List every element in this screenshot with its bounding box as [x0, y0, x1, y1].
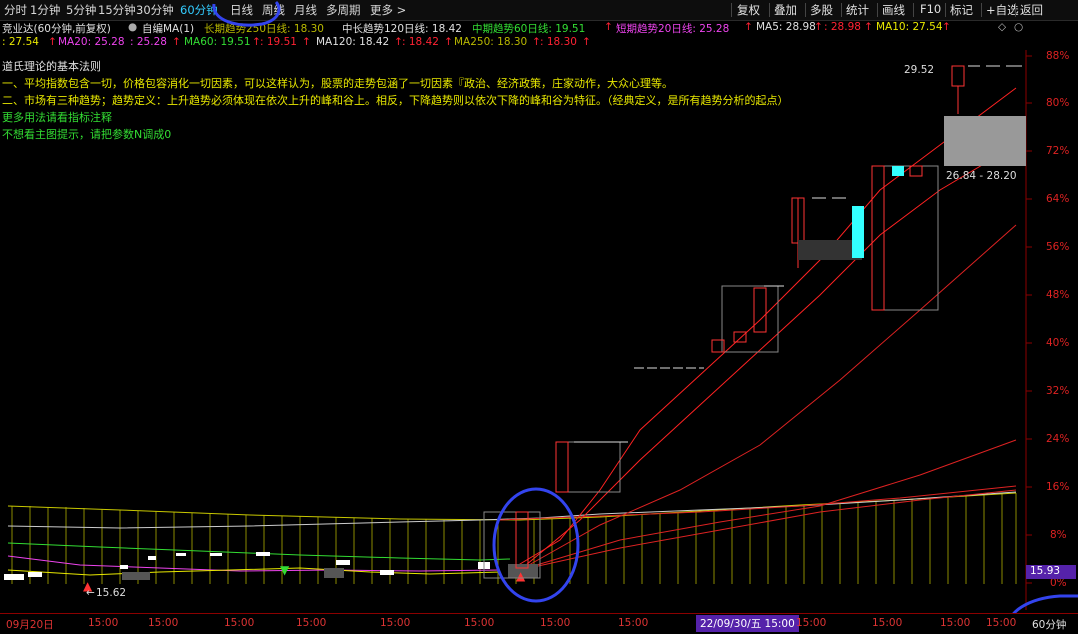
ma60-line — [7, 542, 511, 561]
draw-line-button[interactable]: 画线 — [882, 2, 905, 18]
indicator-row-1: 竞业达(60分钟,前复权) ● 自编MA(1) 长期趋势250日线: 18.30… — [0, 21, 1078, 35]
arrow-up-icon: ↑ — [864, 21, 873, 33]
mid-long-trend-value: 中长趋势120日线: 18.42 — [342, 23, 462, 35]
sell-arrow-icon: ▼ — [280, 563, 290, 577]
notes-line-3: 更多用法请看指标注释 — [2, 111, 112, 124]
arrow-up-icon: ↑ — [582, 36, 591, 48]
time-axis-label: 15:00 — [464, 617, 495, 629]
mark-button[interactable]: 标记 — [950, 2, 973, 18]
arrow-left-icon: ← — [86, 587, 95, 599]
time-axis-label: 15:00 — [296, 617, 327, 629]
time-axis: 09月20日 15:00 15:00 15:00 15:00 15:00 15:… — [0, 613, 1078, 634]
price-axis-label: 88% — [1046, 50, 1070, 62]
f10-button[interactable]: F10 — [920, 2, 941, 16]
notes-line-1: 一、平均指数包含一切，价格包容消化一切因素，可以这样认为，股票的走势包涵了一切因… — [2, 77, 673, 90]
price-axis-label: 8% — [1050, 529, 1067, 541]
mid-trend-value: 中期趋势60日线: 19.51 — [472, 23, 586, 35]
stock-title: 竞业达(60分钟,前复权) — [2, 23, 111, 35]
time-axis-label: 15:00 — [88, 617, 119, 629]
tab-1min[interactable]: 1分钟 — [30, 2, 60, 18]
time-axis-label: 15:00 — [618, 617, 649, 629]
arrow-up-icon: ↑ — [302, 36, 311, 48]
arrow-up-icon: ↑ — [744, 21, 753, 33]
notes-title: 道氏理论的基本法则 — [2, 60, 101, 73]
ma60-value-2: : 19.51 — [260, 36, 297, 48]
circle-icon[interactable]: ○ — [1014, 21, 1023, 33]
notes-line-4: 不想看主图提示，请把参数N调成0 — [2, 128, 172, 141]
ma120-red-line — [499, 485, 1017, 521]
time-axis-label: 15:00 — [796, 617, 827, 629]
early-candles-grey — [122, 564, 538, 580]
add-watchlist-button[interactable]: +自选 — [986, 2, 1019, 18]
price-axis-label: 24% — [1046, 433, 1070, 445]
overlay-button[interactable]: 叠加 — [774, 2, 797, 18]
price-axis-label: 16% — [1046, 481, 1070, 493]
crosshair-time-label: 22/09/30/五 15:00 — [696, 615, 799, 632]
arrow-up-icon: ↑ — [814, 21, 823, 33]
notes-line-2: 二、市场有三种趋势；趋势定义：上升趋势必须体现在依次上升的峰和谷上。相反，下降趋… — [2, 94, 789, 107]
price-axis-label: 72% — [1046, 145, 1070, 157]
price-axis-label: 32% — [1046, 385, 1070, 397]
restore-rights-button[interactable]: 复权 — [737, 2, 760, 18]
time-axis-label: 15:00 — [540, 617, 571, 629]
formula-dropdown-icon[interactable]: ● — [128, 21, 137, 33]
ma10-value: MA10: 27.54 — [876, 21, 943, 33]
tab-timeshare[interactable]: 分时 — [4, 2, 27, 18]
ma10-red-line — [519, 144, 1017, 571]
time-axis-label: 15:00 — [986, 617, 1017, 629]
ma120-value: MA120: 18.42 — [316, 36, 390, 48]
ma60-value: MA60: 19.51 — [184, 36, 251, 48]
time-axis-label: 15:00 — [872, 617, 903, 629]
arrow-up-icon: ↑ — [48, 36, 57, 48]
time-axis-label: 09月20日 — [6, 619, 54, 631]
price-axis-label: 48% — [1046, 289, 1070, 301]
ma10-value-2: : 27.54 — [2, 36, 39, 48]
time-axis-label: 15:00 — [148, 617, 179, 629]
ma5-value: MA5: 28.98 — [756, 21, 816, 33]
high-price-label: 29.52 — [904, 64, 935, 76]
ma250-value-2: : 18.30 — [540, 36, 577, 48]
tab-5min[interactable]: 5分钟 — [66, 2, 96, 18]
price-axis-label: 56% — [1046, 241, 1070, 253]
tab-more[interactable]: 更多 > — [370, 2, 406, 18]
period-toolbar: 分时 1分钟 5分钟 15分钟 30分钟 60分钟 日线 周线 月线 多周期 更… — [0, 0, 1078, 21]
tab-highlight-circle — [212, 0, 281, 27]
indicator-row-2: : 27.54 ↑ MA20: 25.28 : 25.28 ↑ MA60: 19… — [0, 36, 1078, 50]
arrow-up-icon: ↑ — [604, 21, 613, 33]
candles — [483, 65, 1026, 579]
ma120-value-2: : 18.42 — [402, 36, 439, 48]
price-axis-label: 64% — [1046, 193, 1070, 205]
time-axis-label: 15:00 — [380, 617, 411, 629]
price-axis-ticks — [1026, 55, 1032, 584]
back-button[interactable]: 返回 — [1020, 2, 1076, 18]
period-label[interactable]: 60分钟 — [1032, 617, 1066, 632]
buy-arrow-icon: ▲ — [516, 569, 526, 583]
range-label: 26.84 - 28.20 — [946, 170, 1017, 182]
ma20-value-2: : 25.28 — [130, 36, 167, 48]
ma5-value-2: : 28.98 — [824, 21, 861, 33]
tab-monthly[interactable]: 月线 — [294, 2, 317, 18]
time-axis-label: 15:00 — [940, 617, 971, 629]
low-price-label: 15.62 — [96, 587, 127, 599]
ma20-value: MA20: 25.28 — [58, 36, 125, 48]
diamond-icon[interactable]: ◇ — [998, 21, 1006, 33]
ma250-value: MA250: 18.30 — [454, 36, 528, 48]
short-trend-value: 短期趋势20日线: 25.28 — [616, 23, 730, 35]
price-axis-label: 80% — [1046, 97, 1070, 109]
price-axis-label: 40% — [1046, 337, 1070, 349]
arrow-up-icon: ↑ — [444, 36, 453, 48]
early-candles — [4, 552, 490, 580]
arrow-up-icon: ↑ — [172, 36, 181, 48]
multi-stock-button[interactable]: 多股 — [810, 2, 833, 18]
arrow-up-icon: ↑ — [942, 21, 951, 33]
time-axis-label: 15:00 — [224, 617, 255, 629]
tab-30min[interactable]: 30分钟 — [136, 2, 174, 18]
current-price-tag: 15.93 — [1026, 565, 1076, 579]
tab-15min[interactable]: 15分钟 — [98, 2, 136, 18]
statistics-button[interactable]: 统计 — [846, 2, 869, 18]
tab-multi-period[interactable]: 多周期 — [326, 2, 361, 18]
formula-name[interactable]: 自编MA(1) — [142, 21, 194, 36]
